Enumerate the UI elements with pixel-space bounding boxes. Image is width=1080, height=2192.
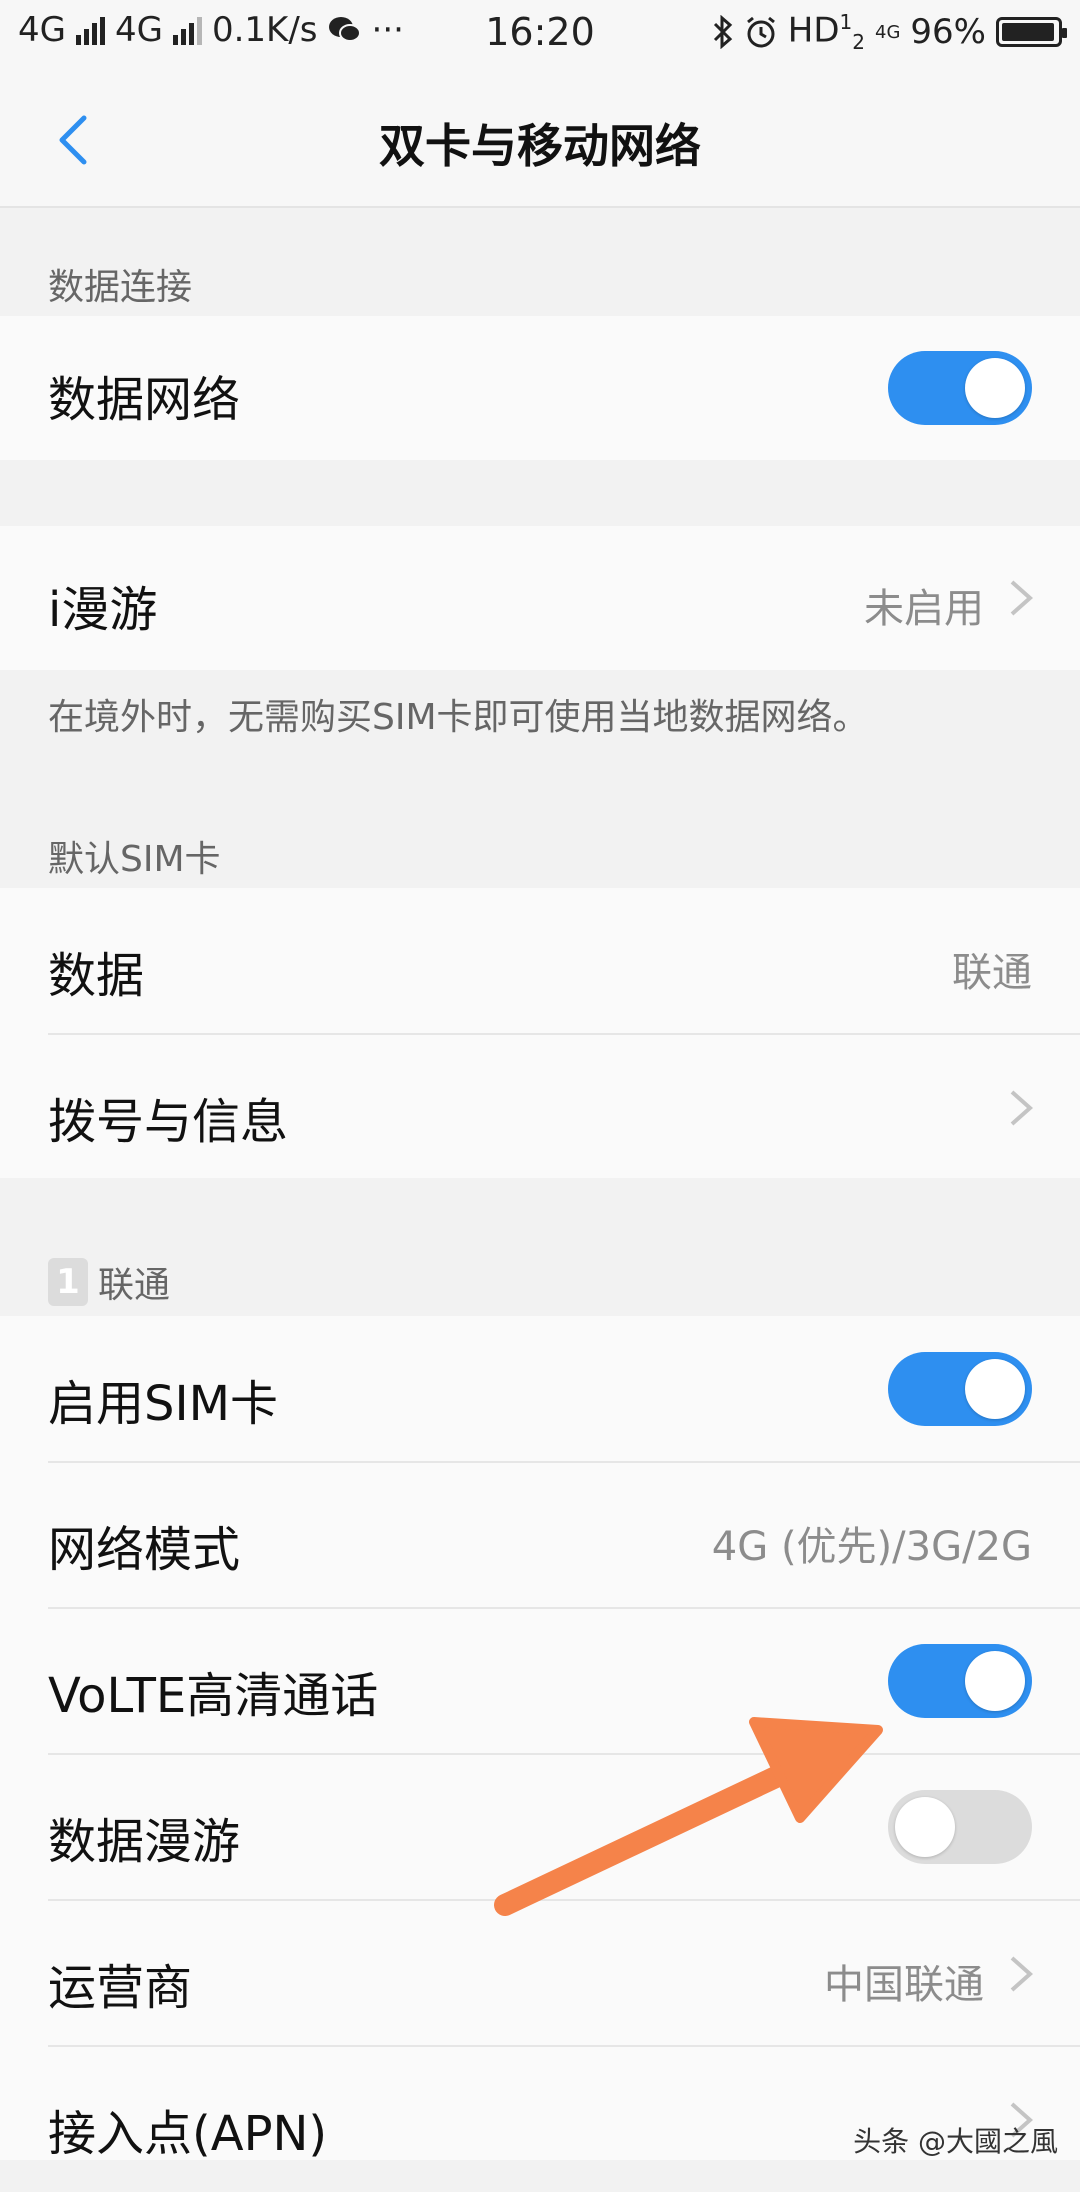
status-right: HD12 4G 96% — [712, 10, 1067, 55]
enable-sim-toggle[interactable] — [888, 1352, 1032, 1426]
battery-icon — [996, 17, 1067, 48]
row-data-roaming[interactable]: 数据漫游 — [0, 1754, 1080, 1900]
enable-sim-label: 启用SIM卡 — [48, 1376, 279, 1432]
i-roaming-description: 在境外时，无需购买SIM卡即可使用当地数据网络。 — [48, 697, 869, 738]
alarm-icon — [746, 16, 775, 48]
data-network-label: 数据网络 — [48, 372, 241, 428]
network-mode-label: 网络模式 — [48, 1522, 241, 1578]
volte-label: VoLTE高清通话 — [48, 1668, 379, 1724]
default-data-label: 数据 — [48, 948, 145, 1004]
section-label-default-sim: 默认SIM卡 — [48, 839, 221, 880]
watermark-text: 头条 @大國之風 — [853, 2125, 1058, 2158]
dial-message-label: 拨号与信息 — [48, 1094, 289, 1150]
card-data-connection: 数据网络 — [0, 316, 1080, 460]
network-mode-value: 4G (优先)/3G/2G — [711, 1524, 1032, 1570]
row-i-roaming[interactable]: i漫游 未启用 — [0, 526, 1080, 672]
bluetooth-icon — [713, 15, 732, 50]
section-label-data-connection: 数据连接 — [48, 267, 193, 308]
row-enable-sim[interactable]: 启用SIM卡 — [0, 1316, 1080, 1462]
row-carrier[interactable]: 运营商 中国联通 — [0, 1900, 1080, 2046]
chevron-right-icon — [1010, 1090, 1034, 1126]
data-roaming-label: 数据漫游 — [48, 1814, 241, 1870]
card-roaming: i漫游 未启用 — [0, 526, 1080, 670]
sim1-carrier-label: 联通 — [98, 1265, 171, 1306]
page-title: 双卡与移动网络 — [379, 119, 701, 173]
row-default-data[interactable]: 数据 联通 — [0, 888, 1080, 1034]
default-data-value: 联通 — [952, 950, 1032, 996]
apn-label: 接入点(APN) — [48, 2106, 328, 2162]
battery-percent: 96% — [910, 12, 986, 53]
row-apn[interactable]: 接入点(APN) — [0, 2046, 1080, 2192]
volte-toggle[interactable] — [888, 1644, 1032, 1718]
status-bar: 4G 4G 0.1K/s ··· 16:20 HD12 4G 96% — [0, 0, 1080, 72]
chevron-right-icon — [1010, 580, 1034, 616]
row-data-network[interactable]: 数据网络 — [0, 316, 1080, 462]
section-label-sim1: 1 联通 — [48, 1256, 170, 1308]
row-volte[interactable]: VoLTE高清通话 — [0, 1608, 1080, 1754]
data-roaming-toggle[interactable] — [888, 1790, 1032, 1864]
carrier-value: 中国联通 — [824, 1962, 984, 2008]
app-header: 双卡与移动网络 — [0, 72, 1080, 208]
i-roaming-value: 未启用 — [864, 586, 984, 632]
network-badge: 4G — [875, 21, 901, 43]
i-roaming-label: i漫游 — [48, 582, 158, 638]
carrier-label: 运营商 — [48, 1960, 193, 2016]
row-dial-message[interactable]: 拨号与信息 — [0, 1034, 1080, 1180]
data-network-toggle[interactable] — [888, 351, 1032, 425]
card-default-sim: 数据 联通 拨号与信息 — [0, 888, 1080, 1178]
hd-indicator: HD12 — [787, 10, 866, 55]
row-network-mode[interactable]: 网络模式 4G (优先)/3G/2G — [0, 1462, 1080, 1608]
chevron-right-icon — [1010, 1956, 1034, 1992]
card-sim1: 启用SIM卡 网络模式 4G (优先)/3G/2G VoLTE高清通话 数据漫游… — [0, 1316, 1080, 2162]
sim1-badge: 1 — [48, 1258, 88, 1306]
